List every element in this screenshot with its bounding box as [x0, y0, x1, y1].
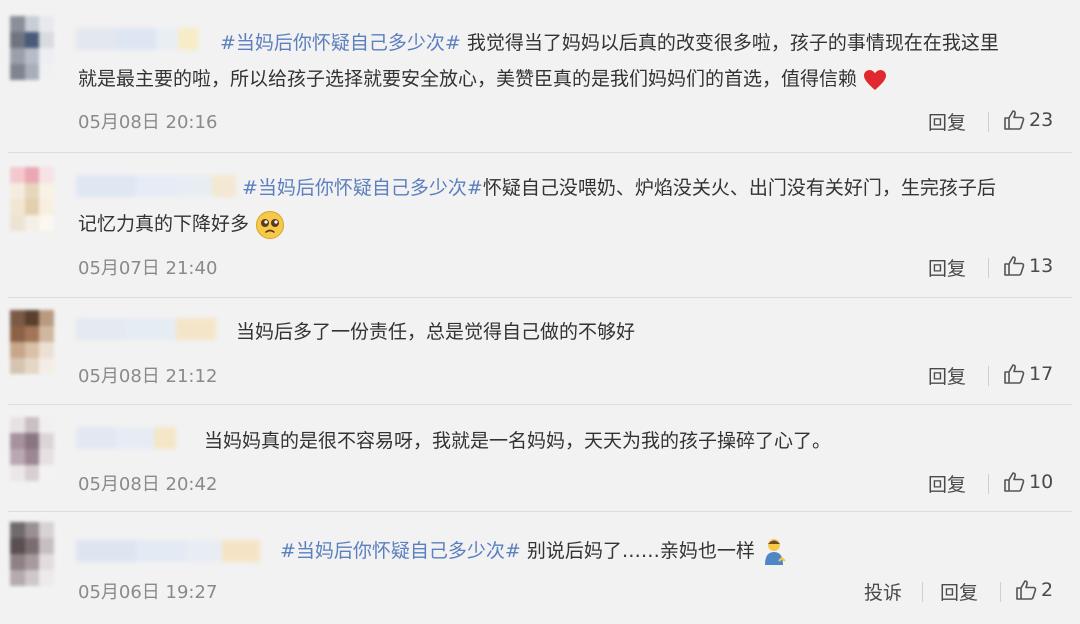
- comment-item: 当妈后多了一份责任，总是觉得自己做的不够好 05月08日 21:12 回复 17: [0, 298, 1080, 404]
- timestamp: 05月07日 21:40: [78, 258, 218, 279]
- like-button[interactable]: 13: [1002, 254, 1053, 278]
- comment-text: #当妈后你怀疑自己多少次# 别说后妈了……亲妈也一样: [280, 534, 787, 568]
- reply-button[interactable]: 回复: [928, 108, 966, 135]
- reply-button[interactable]: 回复: [928, 470, 966, 497]
- comment-text: 记忆力真的下降好多: [78, 207, 285, 241]
- avatar[interactable]: [10, 310, 54, 374]
- timestamp: 05月06日 19:27: [78, 582, 218, 603]
- like-count: 10: [1029, 471, 1054, 493]
- comment-text: 当妈后多了一份责任，总是觉得自己做的不够好: [236, 321, 636, 343]
- thumbs-up-icon: [1004, 472, 1025, 492]
- pleading-face-icon: [256, 210, 285, 239]
- reply-button[interactable]: 回复: [928, 362, 966, 389]
- comment-text: #当妈后你怀疑自己多少次#怀疑自己没喂奶、炉焰没关火、出门没有关好门，生完孩子后: [242, 177, 996, 199]
- like-count: 23: [1029, 109, 1054, 131]
- comment-item: #当妈后你怀疑自己多少次# 我觉得当了妈妈以后真的改变很多啦，孩子的事情现在在我…: [0, 0, 1080, 152]
- like-button[interactable]: 23: [1002, 108, 1053, 132]
- thumbs-up-icon: [1004, 256, 1025, 276]
- timestamp: 05月08日 20:16: [78, 112, 218, 133]
- action-divider: [988, 258, 989, 278]
- avatar[interactable]: [10, 522, 54, 586]
- timestamp: 05月08日 20:42: [78, 474, 218, 495]
- reply-button[interactable]: 回复: [940, 578, 978, 605]
- username-blurred[interactable]: [76, 540, 260, 562]
- reply-button[interactable]: 回复: [928, 254, 966, 281]
- comment-text: #当妈后你怀疑自己多少次# 我觉得当了妈妈以后真的改变很多啦，孩子的事情现在在我…: [220, 32, 999, 54]
- thumbs-up-icon: [1016, 580, 1037, 600]
- like-button[interactable]: 10: [1002, 470, 1053, 494]
- username-blurred[interactable]: [76, 318, 216, 340]
- like-button[interactable]: 17: [1002, 362, 1053, 386]
- like-count: 13: [1029, 255, 1054, 277]
- username-blurred[interactable]: [76, 28, 198, 50]
- action-divider: [988, 474, 989, 494]
- action-divider: [922, 582, 923, 602]
- username-blurred[interactable]: [76, 175, 236, 197]
- avatar[interactable]: [10, 167, 54, 231]
- like-button[interactable]: 2: [1014, 578, 1053, 602]
- action-divider: [988, 112, 989, 132]
- person-bowing-icon: [764, 538, 786, 565]
- avatar[interactable]: [10, 16, 54, 80]
- comment-text: 当妈妈真的是很不容易呀，我就是一名妈妈，天天为我的孩子操碎了心了。: [204, 430, 832, 452]
- heart-icon: [864, 69, 887, 90]
- action-divider: [988, 366, 989, 386]
- thumbs-up-icon: [1004, 364, 1025, 384]
- like-count: 2: [1041, 579, 1054, 601]
- hashtag-link[interactable]: #当妈后你怀疑自己多少次#: [220, 32, 461, 54]
- comment-item: #当妈后你怀疑自己多少次#怀疑自己没喂奶、炉焰没关火、出门没有关好门，生完孩子后…: [0, 153, 1080, 297]
- hashtag-link[interactable]: #当妈后你怀疑自己多少次#: [280, 540, 521, 562]
- avatar[interactable]: [10, 417, 54, 481]
- comment-item: 当妈妈真的是很不容易呀，我就是一名妈妈，天天为我的孩子操碎了心了。 05月08日…: [0, 405, 1080, 511]
- comment-text: 就是最主要的啦，所以给孩子选择就要安全放心，美赞臣真的是我们妈妈们的首选，值得信…: [78, 62, 887, 96]
- timestamp: 05月08日 21:12: [78, 366, 218, 387]
- action-divider: [1000, 582, 1001, 602]
- thumbs-up-icon: [1004, 110, 1025, 130]
- hashtag-link[interactable]: #当妈后你怀疑自己多少次#: [242, 177, 483, 199]
- like-count: 17: [1029, 363, 1054, 385]
- username-blurred[interactable]: [76, 427, 176, 449]
- comment-item: #当妈后你怀疑自己多少次# 别说后妈了……亲妈也一样 05月06日 19:27 …: [0, 512, 1080, 624]
- report-button[interactable]: 投诉: [864, 578, 902, 605]
